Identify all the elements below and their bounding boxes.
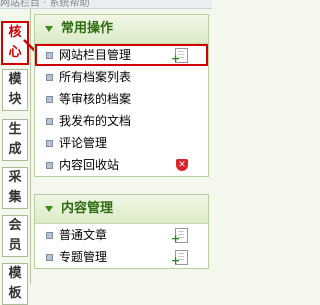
menu-item-label: 内容回收站: [59, 158, 120, 172]
bullet-icon: [46, 162, 53, 169]
section-header-common[interactable]: 常用操作: [35, 15, 208, 44]
menu-item-all-archives[interactable]: 所有档案列表: [35, 66, 208, 88]
section-title-common: 常用操作: [61, 21, 114, 36]
tab-collect[interactable]: 采 集: [2, 167, 28, 209]
tab-modules-char-2: 块: [8, 92, 22, 107]
add-document-icon[interactable]: +: [171, 228, 188, 244]
menu-item-label: 评论管理: [59, 136, 108, 150]
bullet-icon: [46, 118, 53, 125]
section-content-management: 内容管理 普通文章 + 专题管理 +: [34, 194, 209, 269]
add-document-icon[interactable]: +: [171, 250, 188, 266]
bullet-icon: [46, 96, 53, 103]
tab-members-char-2: 员: [8, 238, 22, 253]
tab-core-char-1: 核: [8, 25, 22, 40]
menu-item-label: 我发布的文档: [59, 114, 132, 128]
tab-generate-char-1: 生: [8, 122, 22, 137]
tab-collect-char-2: 集: [8, 190, 22, 205]
menu-item-label: 网站栏目管理: [59, 48, 132, 62]
bullet-icon: [46, 232, 53, 239]
menu-item-articles[interactable]: 普通文章 +: [35, 224, 208, 246]
tab-generate-char-2: 成: [8, 142, 22, 157]
top-nav-strip: 网站栏目 · 系统帮助: [0, 0, 212, 9]
tab-collect-char-1: 采: [8, 170, 22, 185]
tab-core[interactable]: 核 心: [1, 21, 29, 65]
menu-item-comments[interactable]: 评论管理: [35, 132, 208, 154]
section-header-content[interactable]: 内容管理: [35, 195, 208, 224]
delete-icon[interactable]: ✕: [176, 159, 188, 171]
section-title-content: 内容管理: [61, 201, 114, 216]
tab-modules-char-1: 模: [8, 72, 22, 87]
menu-item-label: 等审核的档案: [59, 92, 132, 106]
collapse-triangle-icon: [45, 25, 53, 32]
tab-generate[interactable]: 生 成: [2, 119, 28, 161]
bullet-icon: [46, 140, 53, 147]
menu-item-label: 普通文章: [59, 228, 108, 242]
menu-item-topics[interactable]: 专题管理 +: [35, 246, 208, 268]
section-common-operations: 常用操作 网站栏目管理 + 所有档案列表 等审核的档案 我发布的文档 评论管理 …: [34, 14, 209, 177]
tab-templates-char-2: 板: [8, 286, 22, 301]
side-tab-bar: 核 心 模 块 生 成 采 集 会 员 模 板: [0, 9, 31, 305]
tab-modules[interactable]: 模 块: [2, 69, 28, 111]
menu-item-label: 所有档案列表: [59, 70, 132, 84]
tab-members[interactable]: 会 员: [2, 215, 28, 257]
menu-item-site-columns[interactable]: 网站栏目管理 +: [35, 44, 208, 66]
add-document-icon[interactable]: +: [171, 48, 188, 64]
bullet-icon: [46, 52, 53, 59]
tab-templates-char-1: 模: [8, 266, 22, 281]
menu-item-my-documents[interactable]: 我发布的文档: [35, 110, 208, 132]
bullet-icon: [46, 254, 53, 261]
tab-templates[interactable]: 模 板: [2, 263, 28, 305]
tab-core-char-2: 心: [8, 45, 22, 60]
tab-members-char-1: 会: [8, 218, 22, 233]
top-nav-text: 网站栏目 · 系统帮助: [0, 0, 90, 9]
menu-item-recycle-bin[interactable]: 内容回收站 ✕: [35, 154, 208, 176]
bullet-icon: [46, 74, 53, 81]
menu-item-label: 专题管理: [59, 250, 108, 264]
menu-panel: 常用操作 网站栏目管理 + 所有档案列表 等审核的档案 我发布的文档 评论管理 …: [34, 14, 209, 280]
menu-item-pending-review[interactable]: 等审核的档案: [35, 88, 208, 110]
collapse-triangle-icon: [45, 205, 53, 212]
